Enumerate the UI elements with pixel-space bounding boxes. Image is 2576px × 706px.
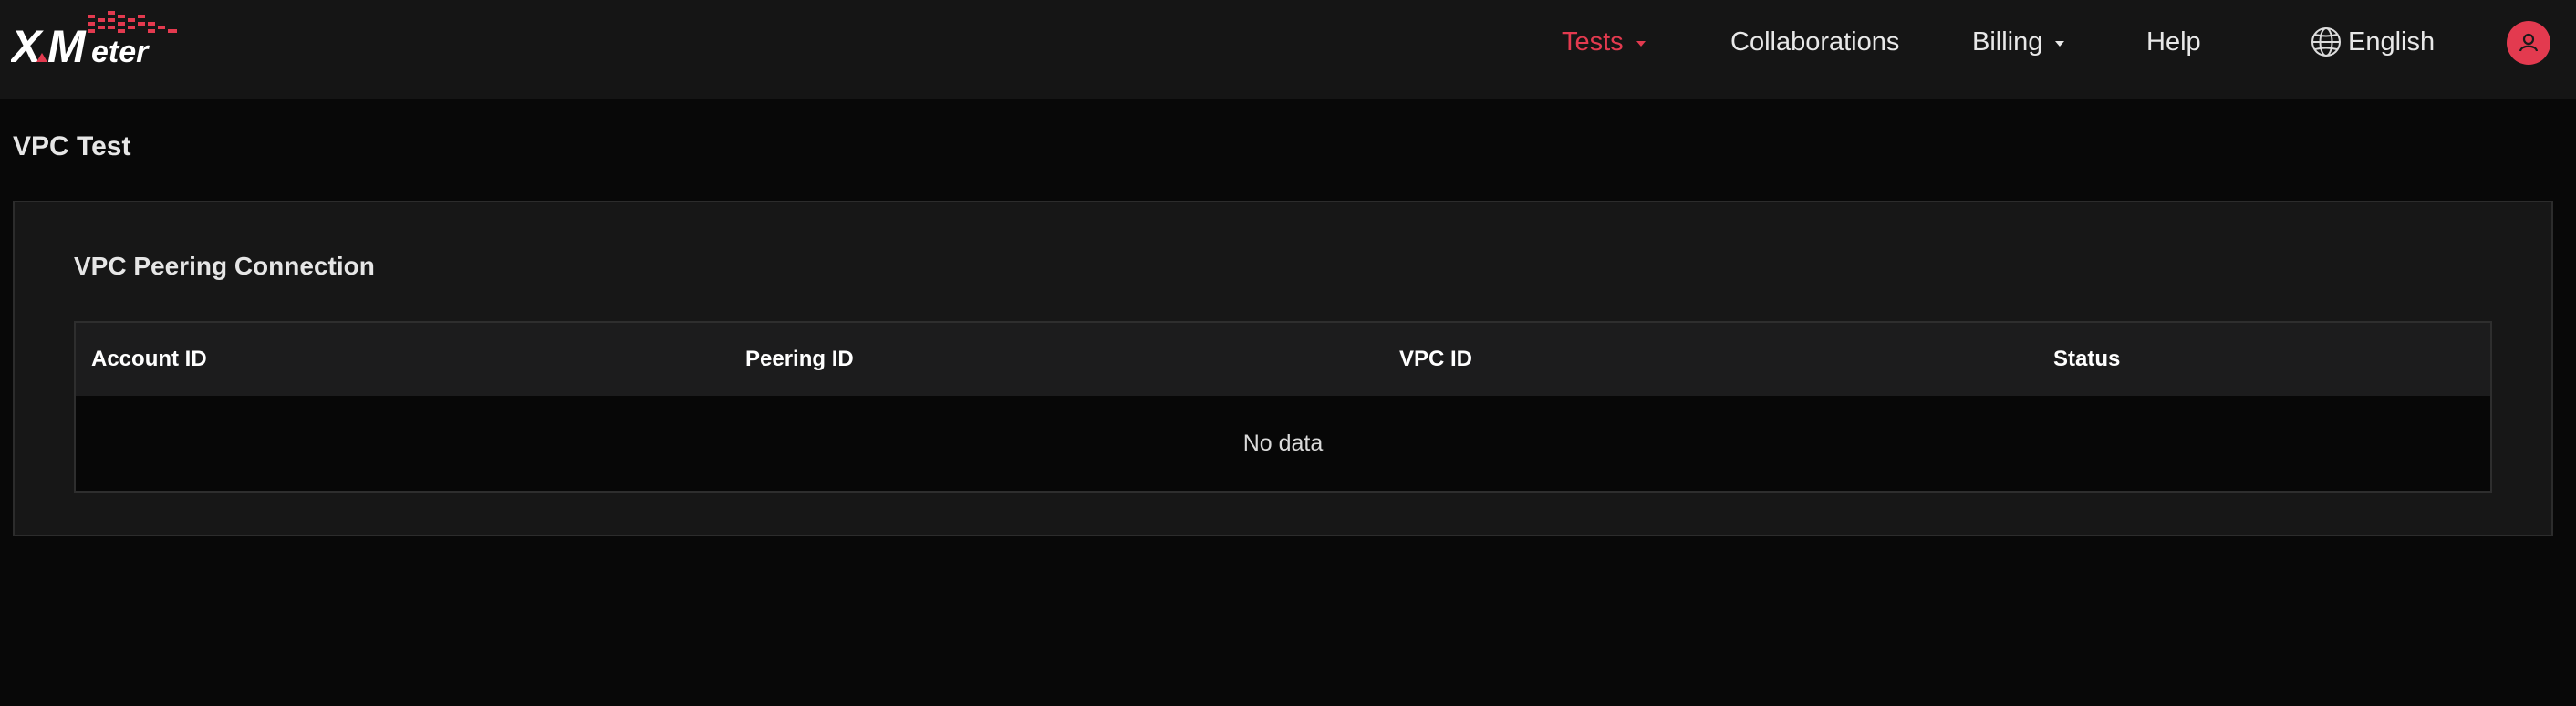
vpc-peering-card: VPC Peering Connection Account ID Peerin… (13, 201, 2553, 536)
user-icon (2519, 33, 2539, 52)
nav-billing-label: Billing (1972, 26, 2043, 57)
nav-collaborations-link[interactable]: Collaborations (1730, 0, 1899, 84)
globe-icon (2311, 27, 2341, 57)
language-selector[interactable]: English (2310, 0, 2435, 84)
table-header: Account ID Peering ID VPC ID Status (76, 323, 2490, 396)
page-title: VPC Test (13, 131, 131, 161)
card-title: VPC Peering Connection (74, 252, 375, 280)
caret-down-icon (1636, 41, 1646, 47)
caret-down-icon (2055, 41, 2065, 47)
nav-billing-menu[interactable]: Billing (1972, 0, 2065, 84)
column-header-vpc-id: VPC ID (1399, 347, 1473, 371)
nav-collaborations-label: Collaborations (1730, 26, 1900, 57)
table-empty-state: No data (1242, 430, 1324, 456)
column-header-account-id: Account ID (91, 347, 207, 371)
column-header-status: Status (2053, 347, 2121, 371)
nav-tests-label: Tests (1562, 26, 1624, 57)
vpc-peering-table: Account ID Peering ID VPC ID Status No d… (74, 321, 2492, 493)
language-label: English (2348, 26, 2436, 57)
nav-help-label: Help (2146, 26, 2201, 57)
top-navigation-bar: X M eter Tests Collaborations Billing He… (0, 0, 2576, 99)
svg-text:X: X (11, 21, 44, 72)
svg-text:M: M (47, 21, 87, 72)
column-header-peering-id: Peering ID (745, 347, 854, 371)
nav-help-link[interactable]: Help (2146, 0, 2201, 84)
svg-text:eter: eter (91, 35, 150, 69)
xmeter-logo[interactable]: X M eter (11, 9, 184, 73)
nav-tests-menu[interactable]: Tests (1562, 0, 1646, 84)
user-avatar-button[interactable] (2507, 21, 2550, 65)
